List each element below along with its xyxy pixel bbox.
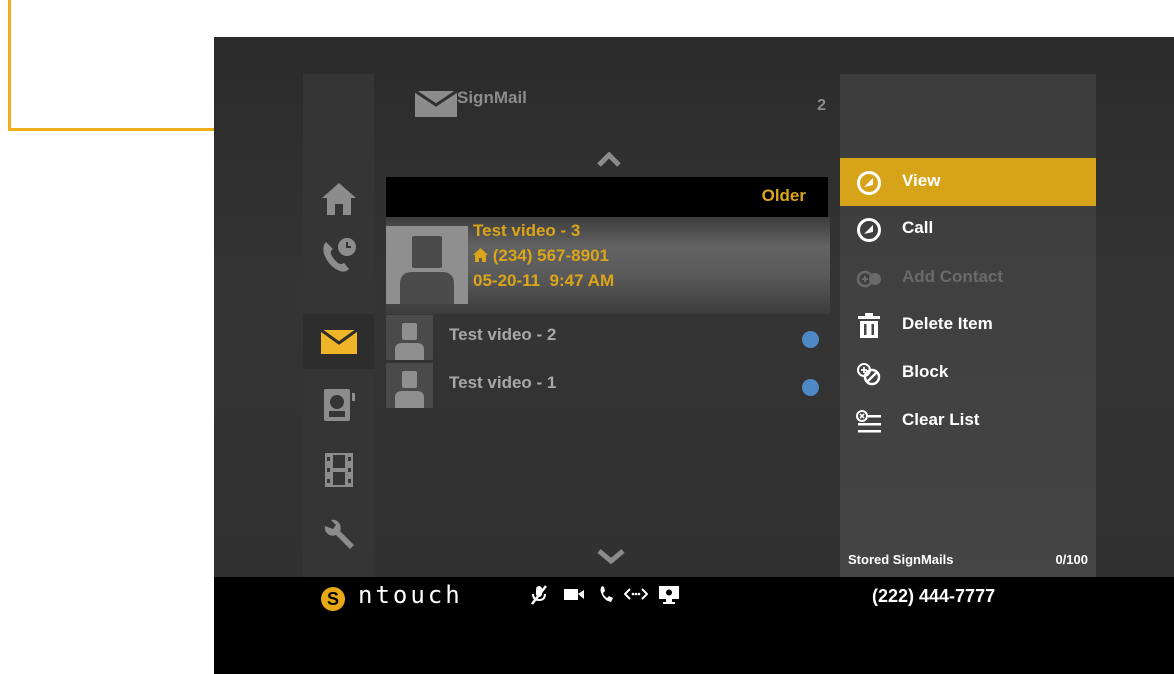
menu-item-label: Block — [902, 362, 949, 381]
scroll-up-chevron-icon[interactable] — [596, 152, 622, 168]
list-item[interactable]: Test video - 1 — [386, 362, 832, 410]
action-menu: View Call Add Contact Delete Item Block … — [840, 74, 1096, 577]
home-icon — [473, 248, 488, 262]
menu-item-label: View — [902, 171, 941, 190]
header-count: 2 — [817, 97, 826, 114]
stored-signmails-count: 0/100 — [1055, 552, 1088, 567]
network-icon — [624, 588, 648, 600]
status-bar: S ntouch (222) 444-7777 — [214, 577, 1174, 674]
nav-home[interactable] — [303, 171, 374, 226]
nav-signmail[interactable] — [303, 314, 374, 369]
older-label: Older — [761, 186, 806, 205]
device-phone-number: (222) 444-7777 — [872, 586, 996, 606]
avatar — [386, 363, 433, 408]
nav-contacts[interactable] — [303, 377, 374, 432]
call-history-icon — [322, 237, 356, 272]
older-section-header: Older — [386, 177, 828, 217]
menu-item-view[interactable]: View — [840, 158, 1096, 206]
monitor-icon — [659, 586, 679, 604]
menu-item-call[interactable]: Call — [840, 205, 1096, 253]
nav-call-history[interactable] — [303, 227, 374, 282]
block-icon — [857, 363, 881, 386]
clear-list-icon — [856, 410, 881, 433]
menu-item-label: Add Contact — [902, 267, 1004, 286]
video-camera-icon — [564, 589, 584, 600]
arrow-circle-icon — [857, 171, 881, 195]
contacts-book-icon — [323, 388, 355, 421]
stored-signmails-label: Stored SignMails — [848, 552, 954, 567]
unread-dot — [802, 331, 819, 348]
header-title: SignMail — [457, 88, 527, 107]
main-nav — [303, 74, 374, 577]
person-silhouette-icon — [395, 371, 424, 408]
envelope-icon — [319, 328, 358, 354]
signmail-list-panel: SignMail 2 Older Test video - 3 (234) 56… — [386, 74, 832, 577]
list-item-selected[interactable]: Test video - 3 (234) 567-8901 05-20-11 9… — [386, 217, 830, 314]
menu-item-delete-item[interactable]: Delete Item — [840, 301, 1096, 349]
nav-settings[interactable] — [303, 506, 374, 561]
film-icon — [324, 452, 353, 487]
callout-line-vertical — [8, 0, 11, 131]
brand-name: ntouch — [358, 581, 463, 609]
sorenson-logo-icon: S — [321, 587, 345, 611]
device-screen: SignMail 2 Older Test video - 3 (234) 56… — [214, 37, 1174, 674]
selected-title: Test video - 3 — [473, 221, 581, 240]
arrow-circle-icon — [857, 218, 881, 242]
avatar — [386, 226, 468, 304]
avatar — [386, 315, 433, 360]
list-item[interactable]: Test video - 2 — [386, 314, 832, 362]
menu-item-label: Clear List — [902, 410, 980, 429]
person-silhouette-icon — [400, 236, 454, 304]
scroll-down-chevron-icon[interactable] — [596, 548, 626, 564]
envelope-icon — [414, 90, 458, 117]
menu-item-block[interactable]: Block — [840, 349, 1096, 397]
list-item-title: Test video - 1 — [449, 373, 557, 392]
microphone-muted-icon — [531, 585, 547, 605]
person-silhouette-icon — [395, 323, 424, 360]
selected-datetime: 05-20-11 9:47 AM — [473, 271, 615, 290]
selected-phone-line: (234) 567-8901 — [473, 246, 609, 266]
add-contact-icon — [856, 270, 881, 288]
phone-icon — [600, 586, 613, 602]
selected-phone: (234) 567-8901 — [492, 246, 609, 265]
trash-icon — [858, 313, 880, 338]
menu-item-label: Delete Item — [902, 314, 993, 333]
menu-item-add-contact[interactable]: Add Contact — [840, 254, 1096, 302]
unread-dot — [802, 379, 819, 396]
menu-item-clear-list[interactable]: Clear List — [840, 397, 1096, 445]
menu-item-label: Call — [902, 218, 934, 237]
nav-video-center[interactable] — [303, 442, 374, 497]
list-item-title: Test video - 2 — [449, 325, 557, 344]
wrench-icon — [324, 519, 354, 549]
home-icon — [321, 182, 356, 215]
